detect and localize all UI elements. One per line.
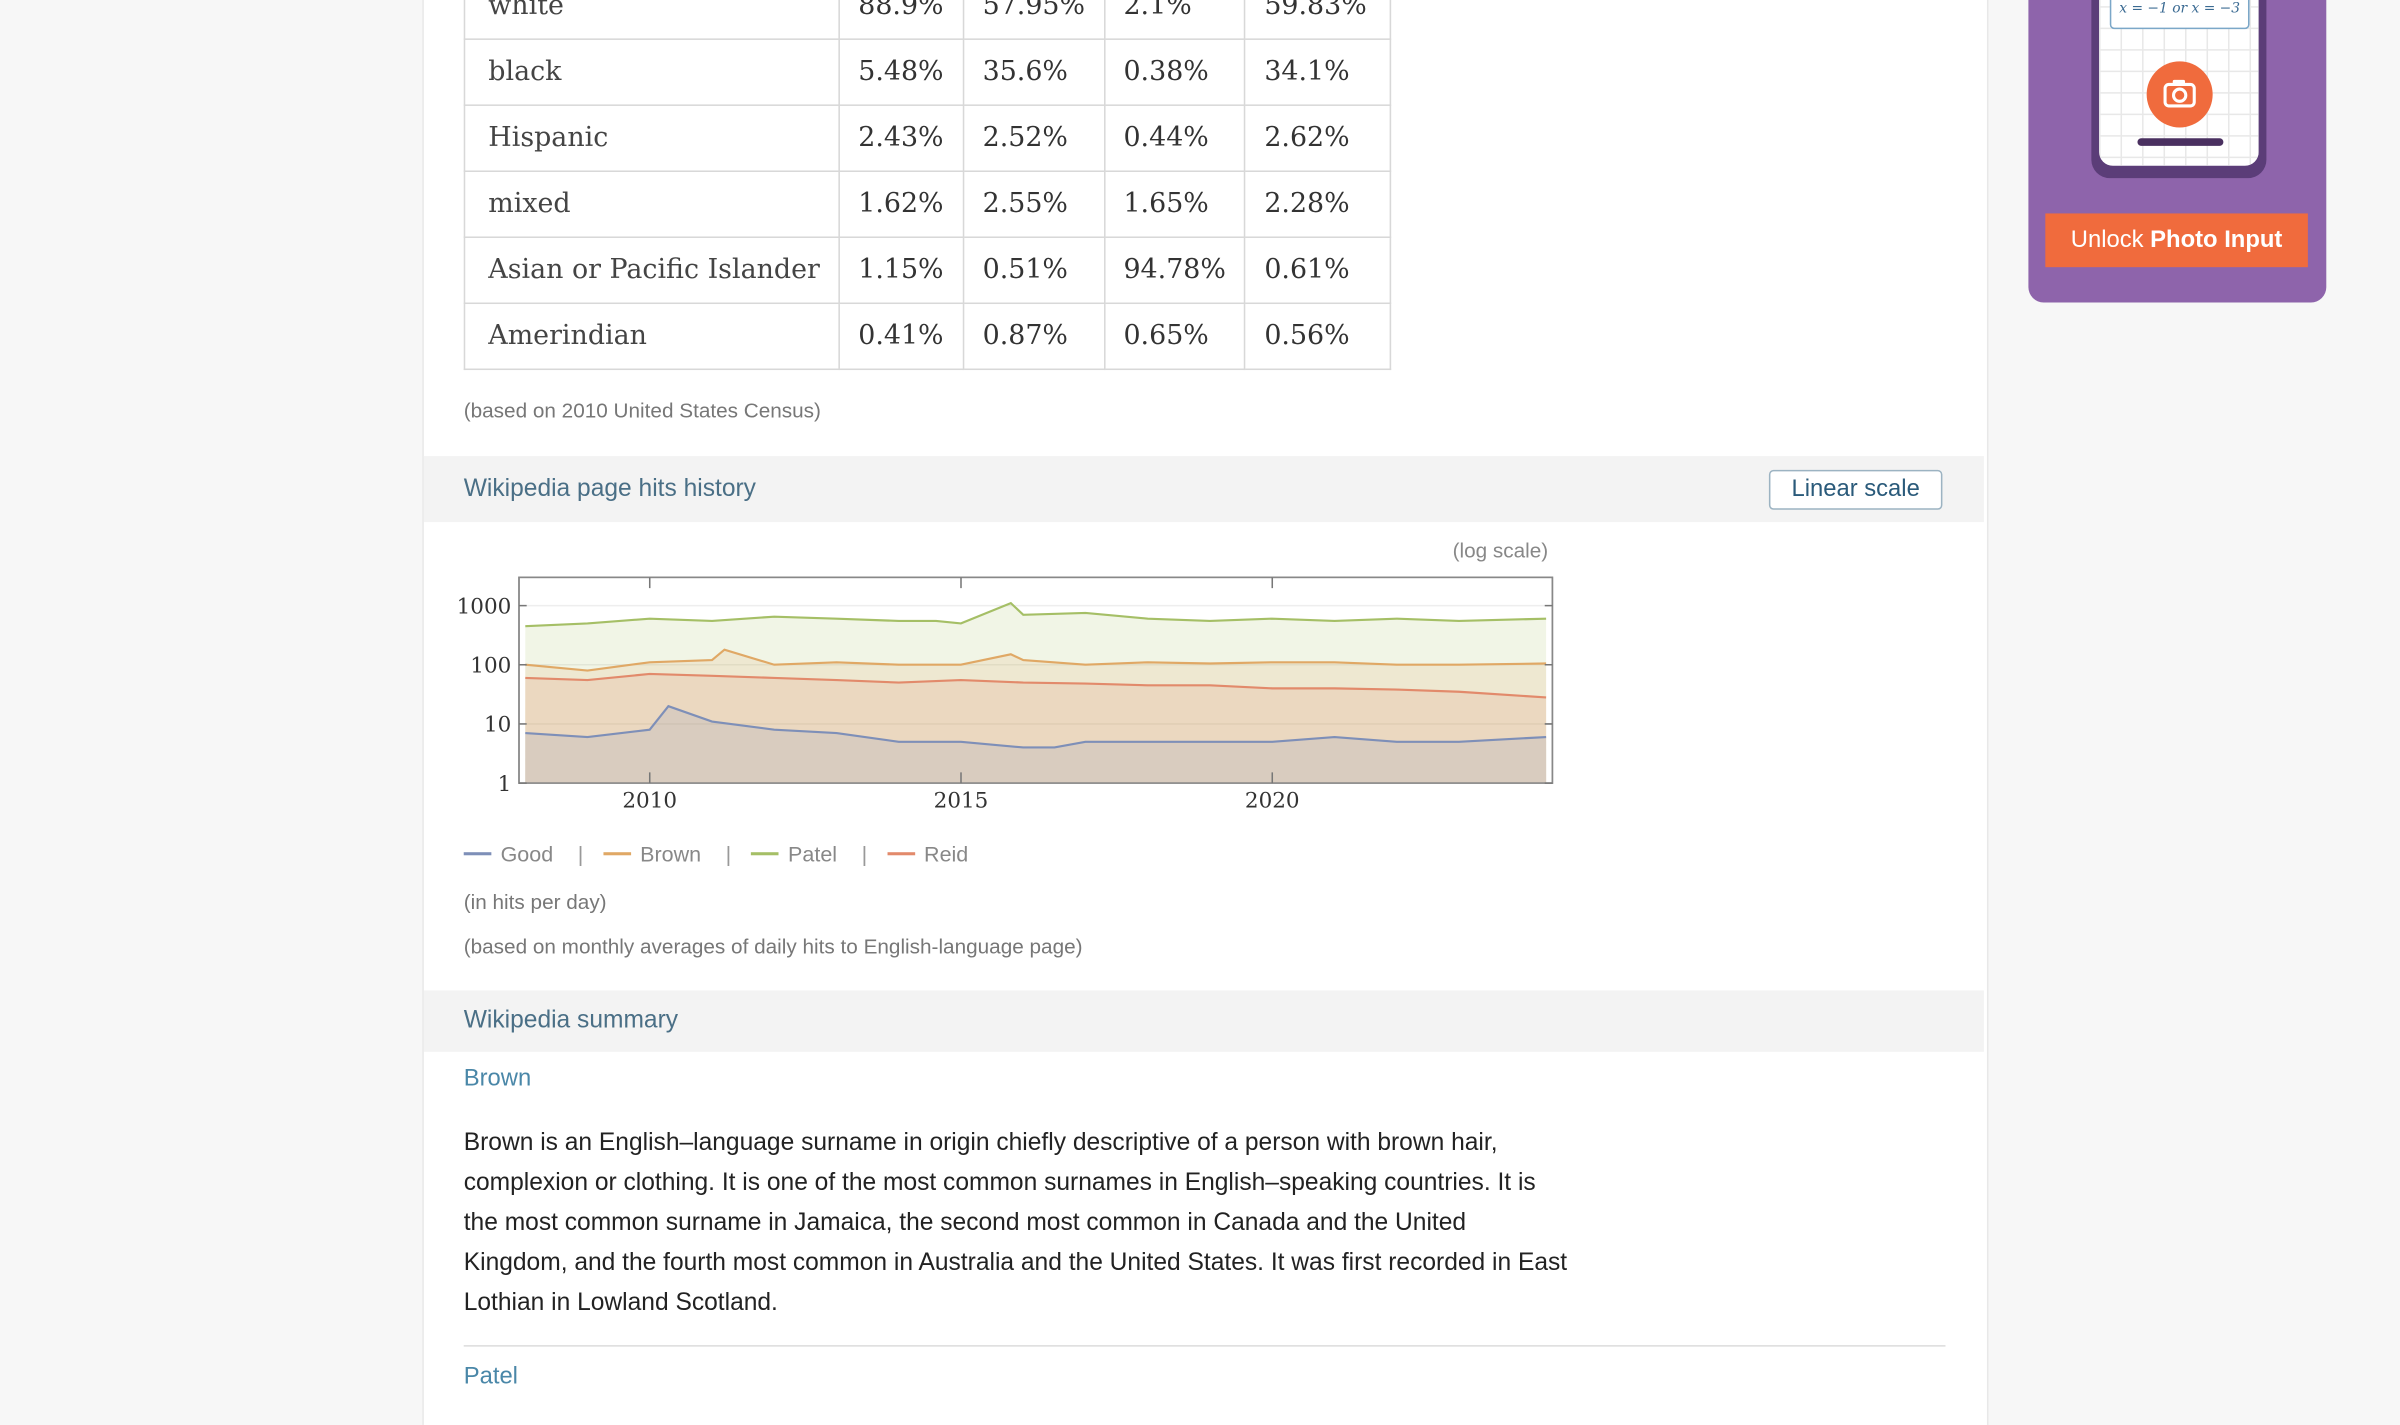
table-row-label: black <box>463 38 840 106</box>
legend-swatch <box>603 852 631 856</box>
legend-item: Patel <box>751 841 837 866</box>
summary-divider <box>463 1345 1946 1347</box>
unlock-bold: Photo Input <box>2150 227 2283 254</box>
page-canvas: white 88.9% 57.95% 2.1% 59.83% black 5.48% 35.6… <box>0 0 2400 1425</box>
table-row-label: Amerindian <box>463 302 840 371</box>
legend-item: Reid <box>887 841 968 866</box>
camera-button[interactable] <box>2146 61 2213 128</box>
summary-title: Wikipedia summary <box>463 1007 679 1034</box>
summary-subhead-brown[interactable]: Brown <box>464 1066 531 1094</box>
legend-label: Patel <box>788 841 838 867</box>
table-cell: 2.28% <box>1244 170 1392 239</box>
table-row-label: Asian or Pacific Islander <box>463 236 840 305</box>
table-cell: 35.6% <box>962 38 1106 106</box>
summary-text-brown: Brown is an English–language surname in … <box>463 1130 1568 1316</box>
legend-swatch <box>887 852 915 856</box>
table-cell: 0.41% <box>838 302 965 371</box>
hits-source-note: (based on monthly averages of daily hits… <box>463 935 1083 959</box>
table-cell: 94.78% <box>1103 236 1246 305</box>
table-cell: 59.83% <box>1244 0 1392 40</box>
y-tick-label: 1000 <box>457 594 512 619</box>
table-cell: 2.55% <box>962 170 1106 239</box>
table-row: black 5.48% 35.6% 0.38% 34.1% <box>463 38 1392 106</box>
table-row: white 88.9% 57.95% 2.1% 59.83% <box>463 0 1392 40</box>
table-cell: 0.61% <box>1244 236 1392 305</box>
table-cell: 2.62% <box>1244 104 1392 172</box>
legend-label: Reid <box>924 841 969 867</box>
table-row-label: mixed <box>463 170 840 239</box>
table-cell: 2.1% <box>1103 0 1246 40</box>
unlock-prefix: Unlock <box>2070 227 2144 254</box>
hits-unit-note: (in hits per day) <box>463 890 607 914</box>
legend-separator: | <box>861 841 868 867</box>
phone-home-bar <box>2137 138 2224 146</box>
table-cell: 0.51% <box>962 236 1106 305</box>
linear-scale-button[interactable]: Linear scale <box>1768 469 1943 510</box>
summary-subhead-patel[interactable]: Patel <box>464 1364 518 1392</box>
log-scale-note: (log scale) <box>1452 538 1549 562</box>
table-row-label: Hispanic <box>463 104 840 172</box>
legend-item: Brown <box>603 841 701 866</box>
table-row-label: white <box>463 0 840 40</box>
x-tick-label: 2020 <box>1245 789 1300 814</box>
unlock-photo-input-button[interactable]: Unlock Photo Input <box>2045 213 2308 268</box>
demographics-table: white 88.9% 57.95% 2.1% 59.83% black 5.48% 35.6… <box>463 0 1392 371</box>
table-row: Hispanic 2.43% 2.52% 0.44% 2.62% <box>463 104 1392 172</box>
table-cell: 57.95% <box>962 0 1106 40</box>
chart-legend: Good | Brown | Patel | Reid <box>463 841 968 867</box>
table-cell: 0.38% <box>1103 38 1246 106</box>
page-hits-chart: 1 10 100 1000 2010 2015 2020 <box>457 576 1554 814</box>
table-cell: 0.87% <box>962 302 1106 371</box>
formula-preview: x = −1 or x = −3 <box>2109 0 2250 30</box>
table-cell: 1.15% <box>838 236 965 305</box>
table-row: mixed 1.62% 2.55% 1.65% 2.28% <box>463 170 1392 239</box>
legend-separator: | <box>577 841 584 867</box>
legend-swatch <box>463 852 492 856</box>
table-cell: 1.62% <box>838 170 965 239</box>
legend-item: Good <box>463 841 554 867</box>
x-tick-label: 2010 <box>622 789 677 814</box>
table-cell: 0.56% <box>1244 302 1392 371</box>
x-tick-label: 2015 <box>934 789 989 814</box>
y-tick-label: 100 <box>470 653 511 678</box>
table-cell: 5.48% <box>838 38 965 106</box>
table-row: Amerindian 0.41% 0.87% 0.65% 0.56% <box>463 302 1392 371</box>
table-cell: 34.1% <box>1244 38 1392 106</box>
legend-label: Good <box>500 841 554 867</box>
table-cell: 2.52% <box>962 104 1106 172</box>
legend-swatch <box>751 852 779 856</box>
y-tick-label: 10 <box>484 713 511 738</box>
table-cell: 0.65% <box>1103 302 1246 371</box>
y-tick-label: 1 <box>498 772 512 797</box>
table-cell: 88.9% <box>838 0 965 40</box>
table-cell: 1.65% <box>1103 170 1246 239</box>
table-cell: 2.43% <box>838 104 965 172</box>
legend-separator: | <box>725 841 732 867</box>
page-hits-title: Wikipedia page hits history <box>463 476 756 503</box>
table-cell: 0.44% <box>1103 104 1246 172</box>
camera-icon <box>2163 79 2196 108</box>
census-note: (based on 2010 United States Census) <box>463 399 821 423</box>
table-row: Asian or Pacific Islander 1.15% 0.51% 94.78… <box>463 236 1392 305</box>
legend-label: Brown <box>640 841 702 867</box>
